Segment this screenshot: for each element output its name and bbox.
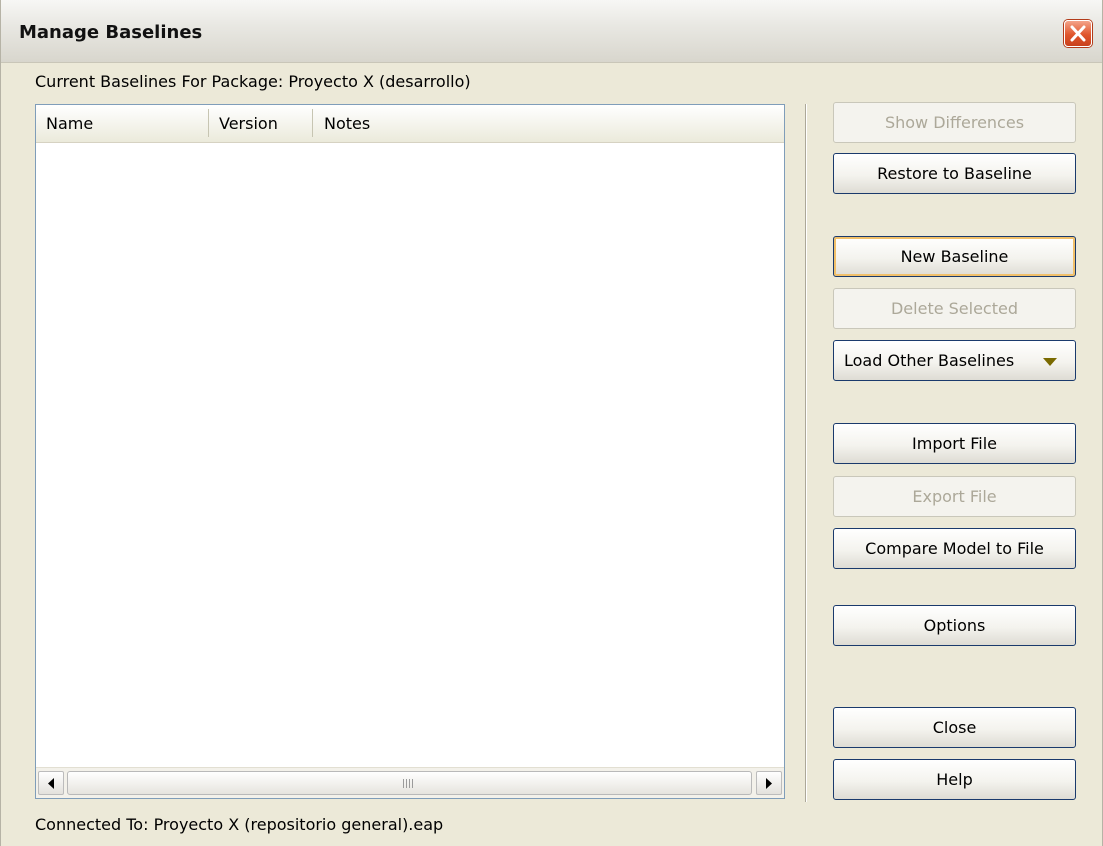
column-divider[interactable] — [312, 109, 313, 137]
close-icon[interactable] — [1064, 20, 1092, 47]
dialog-title: Manage Baselines — [19, 22, 203, 43]
load-other-baselines-label: Load Other Baselines — [844, 351, 1015, 370]
column-header-version[interactable]: Version — [219, 105, 278, 142]
import-file-button[interactable]: Import File — [833, 423, 1076, 464]
list-header: Name Version Notes — [36, 105, 784, 143]
export-file-button[interactable]: Export File — [833, 476, 1076, 517]
grip-icon — [403, 779, 415, 788]
vertical-divider — [805, 104, 807, 802]
delete-selected-button[interactable]: Delete Selected — [833, 288, 1076, 329]
column-divider[interactable] — [208, 109, 209, 137]
title-bar: Manage Baselines — [1, 0, 1102, 63]
column-header-notes[interactable]: Notes — [324, 105, 370, 142]
show-differences-button[interactable]: Show Differences — [833, 102, 1076, 143]
manage-baselines-dialog: Manage Baselines Current Baselines For P… — [0, 0, 1103, 846]
close-button[interactable]: Close — [833, 707, 1076, 748]
horizontal-scrollbar[interactable] — [36, 767, 784, 798]
column-header-name[interactable]: Name — [46, 105, 93, 142]
restore-to-baseline-button[interactable]: Restore to Baseline — [833, 153, 1076, 194]
baselines-list[interactable]: Name Version Notes — [35, 104, 785, 799]
package-label: Current Baselines For Package: Proyecto … — [35, 72, 471, 91]
help-button[interactable]: Help — [833, 759, 1076, 800]
connection-status: Connected To: Proyecto X (repositorio ge… — [35, 815, 444, 834]
new-baseline-button[interactable]: New Baseline — [833, 236, 1076, 277]
options-button[interactable]: Options — [833, 605, 1076, 646]
load-other-baselines-button[interactable]: Load Other Baselines — [833, 340, 1076, 381]
dropdown-arrow-icon — [1043, 358, 1057, 366]
scroll-right-icon[interactable] — [756, 771, 782, 795]
compare-model-to-file-button[interactable]: Compare Model to File — [833, 528, 1076, 569]
scroll-left-icon[interactable] — [38, 771, 64, 795]
scrollbar-thumb[interactable] — [67, 771, 752, 795]
